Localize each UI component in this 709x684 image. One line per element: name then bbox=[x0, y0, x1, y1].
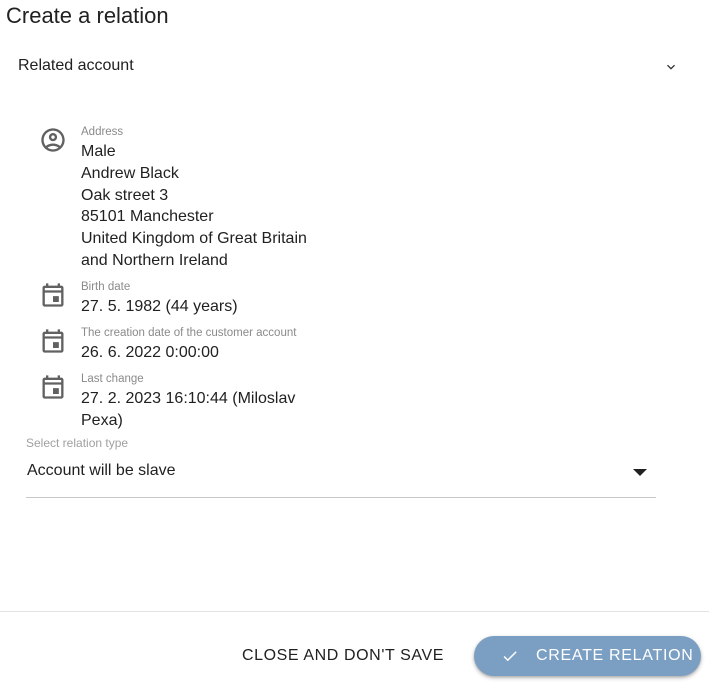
related-account-label: Related account bbox=[18, 57, 134, 74]
address-caption: Address bbox=[81, 126, 124, 138]
birth-date-value: 27. 5. 1982 (44 years) bbox=[81, 298, 238, 315]
close-without-save-button[interactable]: CLOSE AND DON'T SAVE bbox=[238, 640, 448, 672]
check-icon bbox=[503, 651, 517, 662]
calendar-icon bbox=[42, 375, 64, 399]
relation-type-select[interactable]: Select relation type Account will be sla… bbox=[26, 436, 656, 498]
last-change-caption: Last change bbox=[81, 373, 144, 385]
create-relation-dialog: Create a relation Related account Addres… bbox=[0, 0, 709, 684]
creation-date-caption: The creation date of the customer accoun… bbox=[81, 327, 297, 339]
birth-date-section: Birth date 27. 5. 1982 (44 years) bbox=[0, 281, 709, 321]
address-line-gender: Male bbox=[81, 143, 116, 160]
relation-type-caption: Select relation type bbox=[26, 436, 129, 450]
birth-date-caption: Birth date bbox=[81, 281, 131, 293]
create-relation-button[interactable]: CREATE RELATION bbox=[474, 636, 701, 676]
address-line-country-1: United Kingdom of Great Britain bbox=[81, 230, 307, 247]
calendar-icon bbox=[42, 283, 64, 307]
address-section: Address Male Andrew Black Oak street 3 8… bbox=[0, 126, 709, 274]
footer-divider bbox=[0, 611, 709, 612]
calendar-icon bbox=[42, 329, 64, 353]
address-line-country-2: and Northern Ireland bbox=[81, 252, 228, 269]
last-change-value-line-2: Pexa) bbox=[81, 412, 123, 429]
last-change-value-line-1: 27. 2. 2023 16:10:44 (Miloslav bbox=[81, 390, 296, 407]
creation-date-value: 26. 6. 2022 0:00:00 bbox=[81, 344, 219, 361]
chevron-down-icon[interactable] bbox=[663, 59, 679, 75]
select-underline bbox=[26, 497, 656, 498]
last-change-section: Last change 27. 2. 2023 16:10:44 (Milosl… bbox=[0, 373, 709, 433]
address-line-name: Andrew Black bbox=[81, 165, 179, 182]
address-line-city: 85101 Manchester bbox=[81, 208, 214, 225]
related-account-expansion-header[interactable]: Related account bbox=[0, 48, 709, 86]
creation-date-section: The creation date of the customer accoun… bbox=[0, 327, 709, 367]
account-circle-icon bbox=[41, 128, 65, 152]
create-relation-label: CREATE RELATION bbox=[536, 647, 694, 664]
dialog-title: Create a relation bbox=[6, 3, 169, 28]
relation-type-value[interactable]: Account will be slave bbox=[27, 462, 176, 480]
address-line-street: Oak street 3 bbox=[81, 187, 169, 204]
dropdown-arrow-icon[interactable] bbox=[633, 469, 647, 477]
